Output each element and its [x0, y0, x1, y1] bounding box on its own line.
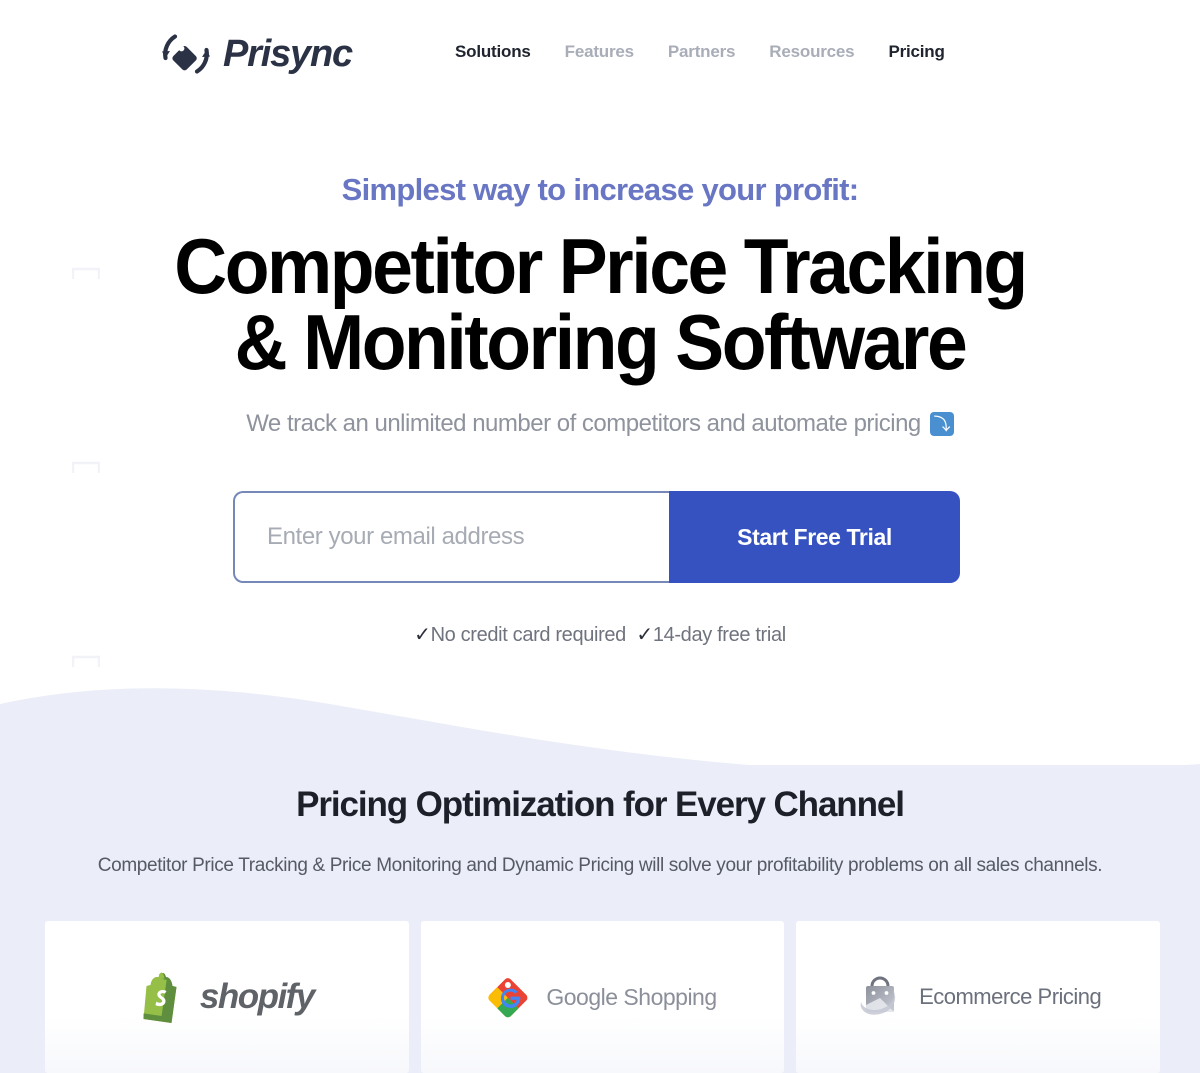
trust-item-free-trial: 14-day free trial	[652, 624, 786, 646]
check-icon: ✓	[414, 624, 431, 646]
channels-section: Pricing Optimization for Every Channel C…	[0, 660, 1200, 1073]
channel-card-google-shopping[interactable]: Google Shopping	[420, 921, 785, 1073]
signup-form: Start Free Trial	[233, 491, 960, 583]
channel-card-shopify[interactable]: shopify	[45, 921, 409, 1073]
channel-card-label: Google Shopping	[546, 983, 717, 1010]
page-title: Competitor Price Tracking & Monitoring S…	[36, 222, 1164, 386]
email-field-wrapper	[233, 491, 669, 583]
arrow-curving-down-emoji: ⤵	[929, 412, 954, 436]
google-shopping-tag-logo-icon	[488, 975, 532, 1019]
trust-item-no-credit-card: No credit card required	[430, 624, 627, 646]
headline-line-1: Competitor Price Tracking	[174, 222, 1028, 310]
email-field[interactable]	[235, 493, 669, 581]
ecommerce-bag-logo-icon	[855, 972, 905, 1022]
trust-line: ✓No credit card required ✓14-day free tr…	[0, 622, 1200, 647]
headline-line-2: & Monitoring Software	[234, 298, 968, 386]
decorative-bracket-icon	[72, 460, 100, 474]
check-icon: ✓	[636, 624, 653, 646]
hero-subtitle-text: We track an unlimited number of competit…	[246, 410, 921, 437]
shopify-bag-logo-icon	[140, 971, 186, 1023]
hero-eyebrow: Simplest way to increase your profit:	[341, 172, 859, 207]
start-free-trial-button[interactable]: Start Free Trial	[669, 491, 960, 583]
hero-subtitle: We track an unlimited number of competit…	[0, 410, 1200, 438]
channel-card-label: Ecommerce Pricing	[919, 984, 1102, 1009]
channel-card-label: shopify	[199, 977, 315, 1016]
wave-divider-icon	[0, 688, 1200, 780]
channel-card-ecommerce-pricing[interactable]: Ecommerce Pricing	[796, 921, 1161, 1073]
hero-section: Simplest way to increase your profit: Co…	[0, 0, 1200, 700]
channel-card-list: shopify Google Shopping Ecommerce Pricin…	[45, 921, 1161, 1073]
landing-page: Prisync Solutions Features Partners Reso…	[0, 0, 1200, 1073]
section-description: Competitor Price Tracking & Price Monito…	[97, 855, 1103, 876]
section-title: Pricing Optimization for Every Channel	[296, 785, 905, 824]
